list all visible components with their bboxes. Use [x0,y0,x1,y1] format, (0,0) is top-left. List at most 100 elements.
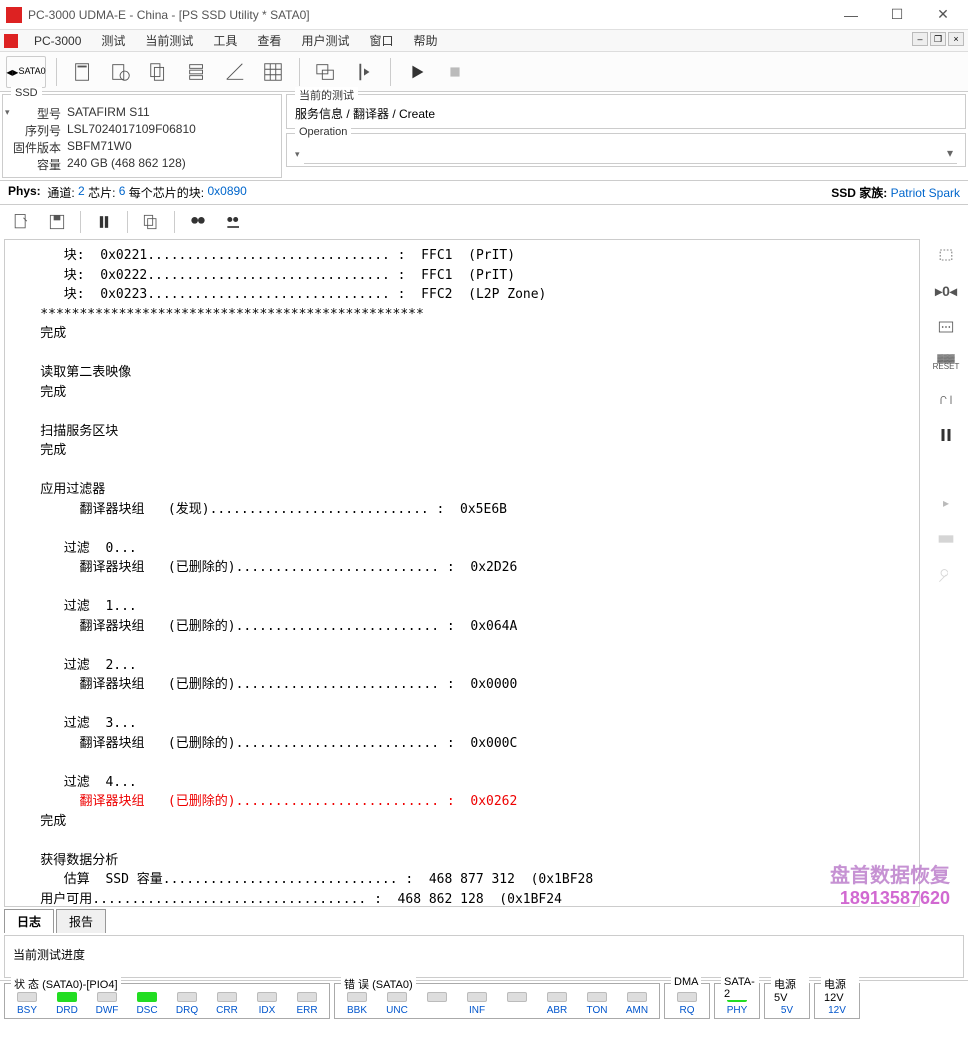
led-INF: INF [459,992,495,1016]
menu-user-test[interactable]: 用户测试 [291,30,359,51]
led-RQ: RQ [669,992,705,1016]
chip-label: 芯片: [88,184,115,201]
menu-window[interactable]: 窗口 [359,30,403,51]
app-icon [6,7,22,23]
status-group-g3: DMARQ [664,983,710,1019]
minimize-button[interactable]: — [828,0,874,30]
phys-line: Phys: 通道: 2 芯片: 6 每个芯片的块: 0x0890 SSD 家族:… [0,181,968,205]
serial-label: 序列号 [11,122,67,139]
exit-icon[interactable] [348,56,380,88]
status-group-g4: SATA-2PHY [714,983,760,1019]
menu-app[interactable]: PC-3000 [24,32,91,50]
new-doc-icon[interactable] [8,209,34,235]
menubar: PC-3000 测试 当前测试 工具 查看 用户测试 窗口 帮助 – ❐ × [0,30,968,52]
window-title: PC-3000 UDMA-E - China - [PS SSD Utility… [28,8,828,22]
log-tabs: 日志 报告 [4,909,964,933]
led-UNC: UNC [379,992,415,1016]
led-BSY: BSY [9,992,45,1016]
maximize-button[interactable]: ☐ [874,0,920,30]
menu-current-test[interactable]: 当前测试 [135,30,203,51]
capacitor-icon[interactable] [932,387,960,411]
save-icon[interactable] [44,209,70,235]
led-CRR: CRR [209,992,245,1016]
led-blank [419,992,455,1016]
sata0-label: SATA0 [18,67,45,76]
fw-label: 固件版本 [11,139,67,156]
side-tools: ▸0◂ ▓▓▓RESET ▸ [924,239,968,907]
titlebar: PC-3000 UDMA-E - China - [PS SSD Utility… [0,0,968,30]
ssd-legend: SSD [11,87,42,99]
copy-sheets-icon[interactable] [143,56,175,88]
copy-icon[interactable] [138,209,164,235]
status-bar: 状 态 (SATA0)-[PIO4]BSYDRDDWFDSCDRQCRRIDXE… [0,980,968,1021]
status-group-g2: 错 误 (SATA0)BBKUNCINFABRTONAMN [334,983,660,1019]
fw-value: SBFM71W0 [67,139,132,156]
cap-value: 240 GB (468 862 128) [67,156,186,173]
stack-icon[interactable] [181,56,213,88]
mdi-controls: – ❐ × [912,32,964,46]
operation-panel: Operation ▾ [286,133,966,167]
family-label: SSD 家族: [831,186,887,200]
stop-button[interactable] [439,56,471,88]
chan-value: 2 [78,184,85,201]
curtest-legend: 当前的测试 [295,87,358,103]
led-IDX: IDX [249,992,285,1016]
led-ABR: ABR [539,992,575,1016]
ssd-info-panel: ▾ SSD 型号SATAFIRM S11 序列号LSL7024017109F06… [2,94,282,178]
perchip-label: 每个芯片的块: [129,184,204,201]
chip-value: 6 [119,184,126,201]
current-test-panel: 当前的测试 服务信息 / 翻译器 / Create [286,94,966,129]
perchip-value: 0x0890 [207,184,246,201]
status-group-g1: 状 态 (SATA0)-[PIO4]BSYDRDDWFDSCDRQCRRIDXE… [4,983,330,1019]
gear-sheet-icon[interactable] [105,56,137,88]
menu-app-icon [4,34,18,48]
chan-label: 通道: [47,184,74,201]
operation-caret-icon[interactable]: ▾ [295,149,300,160]
led-DRQ: DRQ [169,992,205,1016]
sheet-icon[interactable] [67,56,99,88]
model-value: SATAFIRM S11 [67,105,150,122]
ssd-caret-icon[interactable]: ▾ [5,107,10,118]
progress-panel: 当前测试进度 [4,935,964,978]
menu-help[interactable]: 帮助 [403,30,447,51]
play-button[interactable] [401,56,433,88]
operation-legend: Operation [295,126,351,138]
find-next-icon[interactable] [221,209,247,235]
info-row: ▾ SSD 型号SATAFIRM S11 序列号LSL7024017109F06… [0,92,968,181]
operation-combo[interactable] [304,146,957,164]
close-button[interactable]: ✕ [920,0,966,30]
main-toolbar: ◂▸ SATA0 [0,52,968,92]
pause-side-icon[interactable] [932,423,960,447]
family-value: Patriot Spark [891,186,960,200]
mdi-minimize[interactable]: – [912,32,928,46]
console-wrap: 块: 0x0221...............................… [0,239,968,907]
led-DRD: DRD [49,992,85,1016]
log-console[interactable]: 块: 0x0221...............................… [4,239,920,907]
tab-report[interactable]: 报告 [56,909,106,933]
cap-label: 容量 [11,156,67,173]
windows-icon[interactable] [310,56,342,88]
led-DSC: DSC [129,992,165,1016]
menu-test[interactable]: 测试 [91,30,135,51]
led-AMN: AMN [619,992,655,1016]
chip-icon[interactable] [932,243,960,267]
zero-icon[interactable]: ▸0◂ [932,279,960,303]
led-ERR: ERR [289,992,325,1016]
tool-caret-icon: ▸ [932,491,960,515]
mdi-close[interactable]: × [948,32,964,46]
pause-icon[interactable] [91,209,117,235]
board-icon[interactable] [932,315,960,339]
reset-icon[interactable]: ▓▓▓RESET [932,351,960,375]
ruler-icon[interactable] [219,56,251,88]
phys-label: Phys: [8,184,41,201]
wrench-icon [932,563,960,587]
menu-view[interactable]: 查看 [247,30,291,51]
status-group-g5: 电源 5V5V [764,983,810,1019]
menu-tools[interactable]: 工具 [203,30,247,51]
grid-icon[interactable] [257,56,289,88]
mdi-restore[interactable]: ❐ [930,32,946,46]
sata0-button[interactable]: ◂▸ SATA0 [6,56,46,88]
tab-log[interactable]: 日志 [4,909,54,933]
find-icon[interactable] [185,209,211,235]
status-group-g6: 电源 12V12V [814,983,860,1019]
